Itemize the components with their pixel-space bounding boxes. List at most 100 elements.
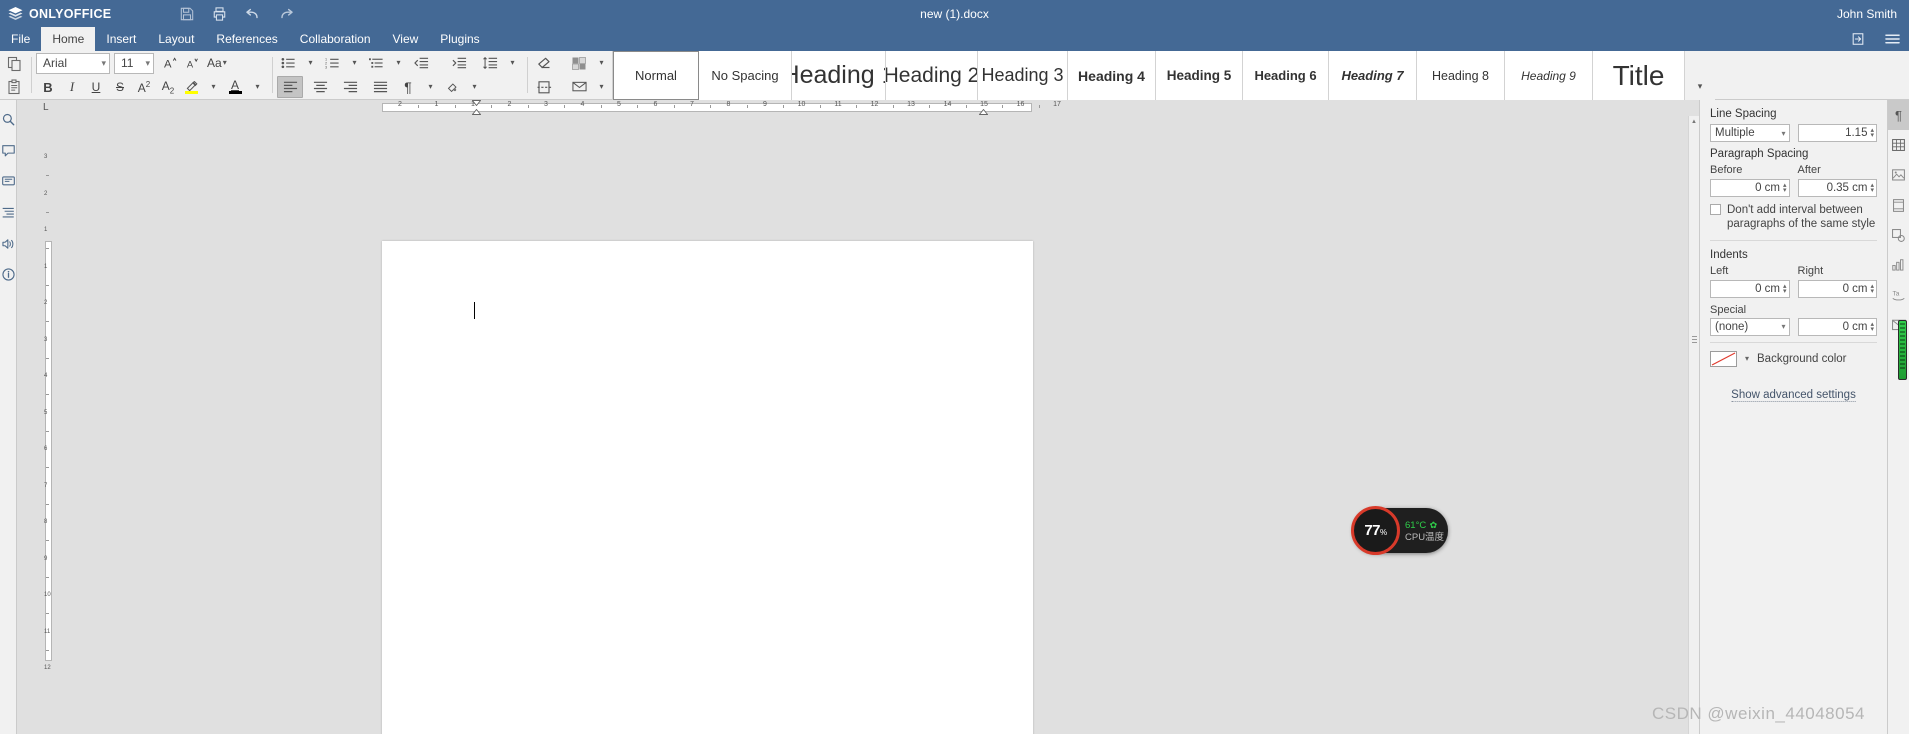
numbering-dropdown[interactable]: ▾ [343, 52, 365, 74]
font-size-select[interactable]: 11 ▾ [114, 52, 154, 74]
save-icon[interactable] [170, 0, 203, 27]
first-line-indent-marker[interactable] [472, 100, 481, 106]
align-left-button[interactable] [277, 76, 303, 98]
chart-settings-icon[interactable] [1888, 250, 1909, 280]
stepper-arrows-icon[interactable]: ▴ ▾ [1870, 182, 1874, 194]
tab-file[interactable]: File [0, 27, 41, 51]
shading-color-button[interactable] [441, 76, 463, 98]
bold-button[interactable]: B [36, 76, 60, 98]
style-gallery-expand-button[interactable]: ▾ [1685, 51, 1715, 100]
copy-icon[interactable] [3, 52, 27, 75]
decrease-font-size-button[interactable]: A [181, 52, 203, 74]
style-heading-6[interactable]: Heading 6 [1243, 51, 1329, 100]
style-heading-2[interactable]: Heading 2 [886, 51, 978, 100]
insert-comment-dropdown[interactable]: ▾ [590, 76, 612, 98]
tab-view[interactable]: View [382, 27, 430, 51]
font-color-button[interactable]: A [224, 76, 246, 98]
multilevel-list-button[interactable] [365, 52, 387, 74]
font-color-dropdown[interactable]: ▾ [246, 76, 268, 98]
style-heading-1[interactable]: Heading 1 [792, 51, 886, 100]
scrollbar-grip[interactable] [1692, 336, 1697, 350]
about-icon[interactable] [1, 267, 16, 282]
strikethrough-button[interactable]: S [108, 76, 132, 98]
stepper-arrows-icon[interactable]: ▴ ▾ [1783, 283, 1787, 295]
hamburger-menu-icon[interactable] [1875, 27, 1909, 51]
vertical-ruler[interactable]: 3 2 1 1 2 3 4 5 6 7 8 9 10 11 12 [43, 116, 54, 734]
nonprinting-characters-button[interactable]: ¶ [397, 76, 419, 98]
no-interval-same-style-checkbox[interactable] [1710, 204, 1721, 215]
line-spacing-button[interactable] [479, 52, 501, 74]
increase-indent-button[interactable] [447, 52, 471, 74]
redo-icon[interactable] [269, 0, 302, 27]
italic-button[interactable]: I [60, 76, 84, 98]
spacing-after-stepper[interactable]: 0.35 cm ▴ ▾ [1797, 179, 1877, 197]
subscript-button[interactable]: A2 [156, 76, 180, 98]
columns-dropdown[interactable]: ▾ [590, 52, 612, 74]
undo-icon[interactable] [236, 0, 269, 27]
image-settings-icon[interactable] [1888, 160, 1909, 190]
decrease-indent-button[interactable] [409, 52, 433, 74]
spacing-before-stepper[interactable]: 0 cm ▴ ▾ [1710, 179, 1790, 197]
tab-references[interactable]: References [205, 27, 288, 51]
increase-font-size-button[interactable]: A [159, 52, 181, 74]
change-case-button[interactable]: Aa ▾ [203, 52, 231, 74]
stepper-arrows-icon[interactable]: ▴ ▾ [1870, 321, 1874, 333]
paragraph-settings-icon[interactable]: ¶ [1887, 100, 1909, 130]
special-indent-by-stepper[interactable]: 0 cm ▴ ▾ [1797, 317, 1877, 336]
clear-style-button[interactable] [532, 52, 558, 74]
columns-button[interactable] [568, 52, 590, 74]
line-spacing-value-stepper[interactable]: 1.15 ▴ ▾ [1797, 124, 1877, 142]
background-color-swatch[interactable] [1710, 350, 1737, 367]
superscript-button[interactable]: A2 [132, 76, 156, 98]
highlight-color-button[interactable] [180, 76, 202, 98]
style-heading-4[interactable]: Heading 4 [1068, 51, 1156, 100]
bullets-button[interactable] [277, 52, 299, 74]
style-heading-5[interactable]: Heading 5 [1156, 51, 1243, 100]
shading-color-dropdown[interactable]: ▾ [463, 76, 485, 98]
underline-button[interactable]: U [84, 76, 108, 98]
tab-collaboration[interactable]: Collaboration [289, 27, 382, 51]
stepper-arrows-icon[interactable]: ▴ ▾ [1783, 182, 1787, 194]
style-normal[interactable]: Normal [613, 51, 699, 100]
justify-button[interactable] [367, 76, 393, 98]
right-indent-marker[interactable] [979, 109, 988, 115]
text-to-speech-icon[interactable] [1, 236, 16, 251]
tab-layout[interactable]: Layout [147, 27, 205, 51]
style-heading-3[interactable]: Heading 3 [978, 51, 1068, 100]
stepper-arrows-icon[interactable]: ▴ ▾ [1870, 127, 1874, 139]
style-no-spacing[interactable]: No Spacing [699, 51, 792, 100]
search-icon[interactable] [1, 112, 16, 127]
align-center-button[interactable] [307, 76, 333, 98]
insert-page-break-button[interactable] [532, 76, 558, 98]
tab-home[interactable]: Home [41, 27, 96, 51]
show-advanced-settings-link[interactable]: Show advanced settings [1731, 389, 1856, 402]
numbering-button[interactable]: 123 [321, 52, 343, 74]
open-file-location-icon[interactable] [1841, 27, 1875, 51]
cpu-temperature-widget[interactable]: 77% 61°C ✿ CPU温度 [1351, 506, 1448, 555]
indent-right-stepper[interactable]: 0 cm ▴ ▾ [1797, 279, 1877, 298]
scroll-up-icon[interactable]: ▲ [1689, 116, 1699, 127]
document-page[interactable] [382, 241, 1033, 734]
style-title[interactable]: Title [1593, 51, 1685, 100]
align-right-button[interactable] [337, 76, 363, 98]
tab-plugins[interactable]: Plugins [429, 27, 490, 51]
stepper-arrows-icon[interactable]: ▴ ▾ [1870, 283, 1874, 295]
tab-insert[interactable]: Insert [95, 27, 147, 51]
chevron-down-icon[interactable]: ▾ [1745, 354, 1749, 363]
table-settings-icon[interactable] [1888, 130, 1909, 160]
highlight-color-dropdown[interactable]: ▾ [202, 76, 224, 98]
paste-icon[interactable] [3, 75, 27, 98]
line-spacing-rule-select[interactable]: Multiple ▾ [1710, 124, 1790, 142]
indent-left-stepper[interactable]: 0 cm ▴ ▾ [1710, 279, 1790, 298]
comments-icon[interactable] [1, 143, 16, 158]
shape-settings-icon[interactable] [1888, 220, 1909, 250]
tab-stop-selector[interactable]: L [43, 102, 49, 113]
multilevel-list-dropdown[interactable]: ▾ [387, 52, 409, 74]
font-family-select[interactable]: Arial ▾ [36, 52, 110, 74]
text-art-settings-icon[interactable]: Ta [1888, 280, 1909, 310]
headings-navigation-icon[interactable] [1, 205, 16, 220]
document-vertical-scrollbar[interactable]: ▲ [1688, 116, 1699, 734]
hanging-indent-marker[interactable] [472, 109, 481, 115]
header-footer-settings-icon[interactable] [1888, 190, 1909, 220]
style-heading-8[interactable]: Heading 8 [1417, 51, 1505, 100]
